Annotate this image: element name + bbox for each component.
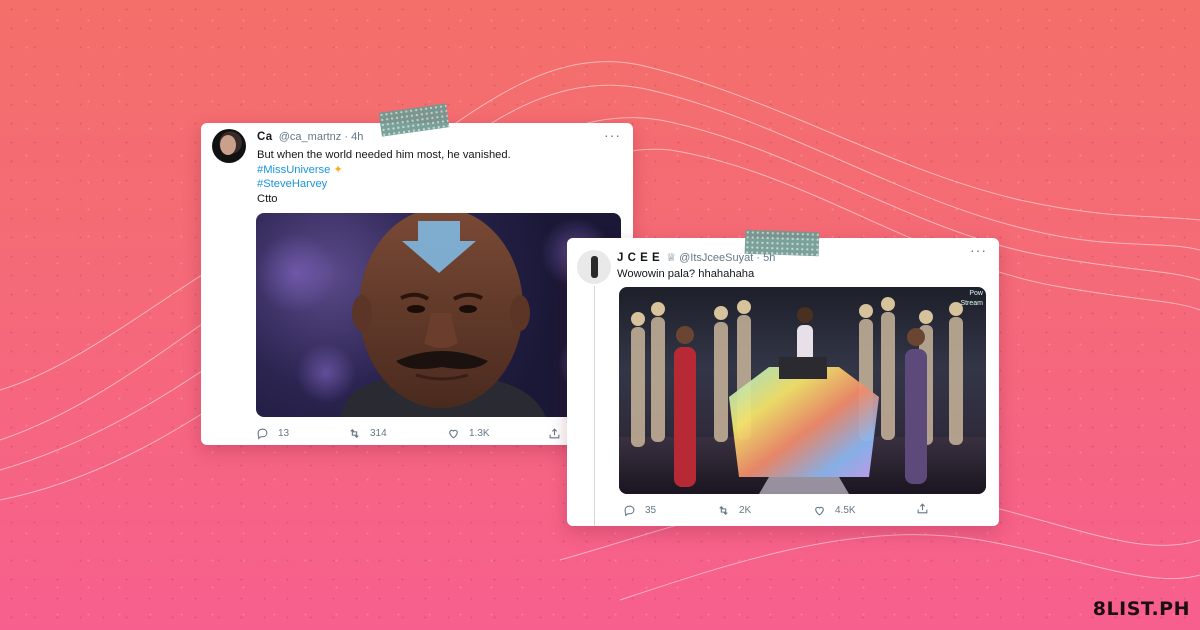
handle[interactable]: @ItsJceeSuyat	[679, 252, 753, 264]
retweet-count: 2K	[739, 505, 752, 516]
share-action[interactable]	[916, 502, 929, 515]
credit-text: Ctto	[257, 192, 278, 205]
reply-action[interactable]: 13	[256, 427, 289, 440]
avatar[interactable]	[577, 250, 611, 284]
overlay-label: Stream	[960, 300, 983, 307]
like-action[interactable]: 4.5K	[813, 504, 856, 517]
brand-logo[interactable]: 8LIST.PH	[1093, 598, 1190, 620]
more-options-icon[interactable]: ···	[970, 242, 987, 258]
retweet-icon	[719, 505, 728, 516]
like-count: 1.3K	[469, 428, 490, 439]
share-icon	[549, 428, 560, 439]
timestamp[interactable]: · 4h	[344, 131, 363, 143]
share-icon	[917, 503, 928, 514]
reply-count: 13	[278, 428, 290, 439]
hashtag-link[interactable]: #SteveHarvey	[257, 177, 511, 192]
like-count: 4.5K	[835, 505, 856, 516]
retweet-count: 314	[370, 428, 387, 439]
retweet-action[interactable]: 2K	[717, 504, 751, 517]
heart-icon	[449, 429, 458, 439]
reply-icon	[257, 428, 268, 440]
tweet-sentence: But when the world needed him most, he v…	[257, 149, 511, 161]
tweet-image-stage[interactable]: Pow Stream	[619, 287, 986, 494]
thread-line	[594, 286, 595, 526]
tweet-text: Wowowin pala? hhahahaha	[617, 268, 755, 280]
more-options-icon[interactable]: ···	[604, 127, 621, 143]
tweet-header: Ca @ca_martnz · 4h	[257, 131, 363, 143]
avatar[interactable]	[212, 129, 246, 163]
tape-decoration	[744, 229, 820, 257]
display-name[interactable]: Ca	[257, 131, 273, 143]
crown-icon: ♕	[666, 252, 677, 264]
retweet-action[interactable]: 314	[348, 427, 387, 440]
tweet-card-jcee: J C E E ♕ @ItsJceeSuyat · 5h ··· Wowowin…	[567, 238, 999, 526]
hashtag-link[interactable]: #MissUniverse ✦	[257, 163, 511, 178]
sparkle-icon: ✦	[333, 163, 343, 176]
reply-count: 35	[645, 505, 657, 516]
heart-icon	[815, 506, 824, 516]
tweet-text: But when the world needed him most, he v…	[257, 148, 511, 206]
reply-icon	[624, 505, 635, 517]
display-name[interactable]: J C E E	[617, 252, 660, 264]
handle[interactable]: @ca_martnz	[279, 131, 342, 143]
overlay-label: Pow	[969, 290, 983, 297]
share-action[interactable]	[548, 427, 561, 440]
collage-canvas: Ca @ca_martnz · 4h ··· But when the worl…	[0, 0, 1200, 630]
retweet-icon	[350, 428, 359, 439]
reply-action[interactable]: 35	[623, 504, 656, 517]
like-action[interactable]: 1.3K	[447, 427, 490, 440]
